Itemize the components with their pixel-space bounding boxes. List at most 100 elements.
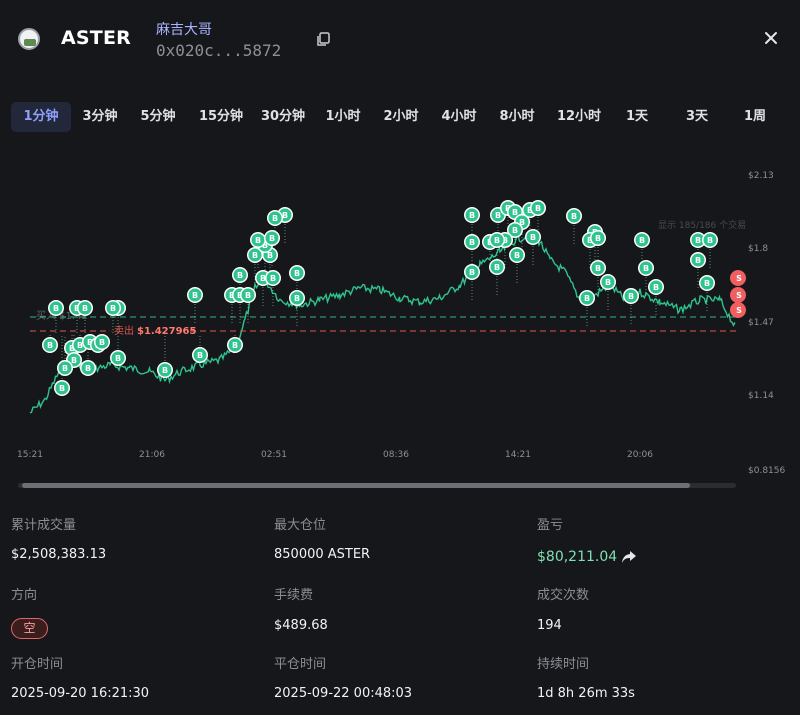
buy-marker-letter: B [643,264,649,273]
price-chart[interactable]: $2.13 $1.8 $1.47 $1.14 $0.8156 15:21 21:06 02:5… [0,160,800,485]
buy-marker-letter: B [695,256,701,265]
buy-marker-letter: B [653,283,659,292]
tab-timeframe[interactable]: 1周 [733,102,777,132]
buy-marker-letter: B [707,236,713,245]
trader-name-link[interactable]: 麻吉大哥 [156,19,212,39]
wallet-address: 0x020c...5872 [156,41,282,60]
buy-marker-letter: B [294,294,300,303]
timeframe-tabs: 1分钟 3分钟 5分钟 15分钟 30分钟 1小时 2小时 4小时 8小时 12小时 1天 3天 1周 [11,102,791,132]
buy-marker-letter: B [269,234,275,243]
tab-timeframe[interactable]: 1小时 [317,102,369,132]
y-axis-tick-label: $1.8 [748,244,768,254]
x-axis-tick-label: 02:51 [261,450,287,460]
close-time-label: 平仓时间 [274,657,327,672]
buy-marker-letter: B [237,271,243,280]
buy-marker-letter: B [192,291,198,300]
chart-scrollbar-thumb[interactable] [22,483,690,488]
buy-marker-letter: B [245,291,251,300]
sell-marker-letter: S [736,274,742,283]
buy-marker-letter: B [514,251,520,260]
fee-label: 手续费 [274,588,314,603]
tab-timeframe[interactable]: 1分钟 [11,102,71,132]
buy-marker-letter: B [571,212,577,221]
header: ASTER 麻吉大哥 0x020c...5872 [0,0,800,80]
buy-marker-letter: B [595,234,601,243]
buy-marker-letter: B [110,304,116,313]
buy-marker-letter: B [704,279,710,288]
x-axis-tick-label: 15:21 [17,450,43,460]
max-position-label: 最大仓位 [274,518,327,533]
buy-marker-letter: B [294,269,300,278]
buy-marker-letter: B [62,364,68,373]
tab-timeframe[interactable]: 3天 [675,102,719,132]
buy-marker-letter: B [628,292,634,301]
buy-marker-letter: B [115,354,121,363]
tab-timeframe[interactable]: 30分钟 [255,102,311,132]
buy-marker-letter: B [71,356,77,365]
tab-timeframe[interactable]: 8小时 [491,102,543,132]
buy-marker-letter: B [469,238,475,247]
buy-marker-letter: B [53,304,59,313]
tab-timeframe[interactable]: 3分钟 [77,102,123,132]
tab-timeframe[interactable]: 4小时 [433,102,485,132]
trade-count-label: 成交次数 [537,588,590,603]
pnl-value: $80,211.04 [537,549,618,565]
volume-label: 累计成交量 [11,518,77,533]
share-icon[interactable] [621,550,637,564]
buy-marker-letter: B [270,274,276,283]
buy-marker-letter: B [272,214,278,223]
close-time-value: 2025-09-22 00:48:03 [274,686,413,701]
trade-stats: 累计成交量 $2,508,383.13 最大仓位 850000 ASTER 盈亏… [0,500,800,715]
buy-marker-letter: B [695,236,701,245]
tab-timeframe[interactable]: 1天 [617,102,657,132]
tab-timeframe[interactable]: 15分钟 [193,102,249,132]
volume-value: $2,508,383.13 [11,547,107,562]
y-axis-tick-label: $1.47 [748,318,774,328]
buy-marker-letter: B [639,236,645,245]
sell-line-label: 卖出 [114,324,134,337]
fee-value: $489.68 [274,618,328,633]
open-time-value: 2025-09-20 16:21:30 [11,686,150,701]
direction-label: 方向 [11,588,38,603]
buy-marker-letter: B [469,211,475,220]
buy-marker-letter: B [197,351,203,360]
duration-value: 1d 8h 26m 33s [537,686,635,701]
trade-count-value: 194 [537,618,562,633]
buy-marker-letter: B [584,294,590,303]
buy-marker-letter: B [469,268,475,277]
open-time-label: 开仓时间 [11,657,64,672]
x-axis-tick-label: 21:06 [139,450,165,460]
buy-marker-letter: B [512,226,518,235]
tab-timeframe[interactable]: 2小时 [375,102,427,132]
buy-marker-letter: B [252,251,258,260]
buy-marker-letter: B [59,384,65,393]
buy-marker-letter: B [494,236,500,245]
token-symbol: ASTER [61,27,131,49]
token-logo-icon [18,28,40,50]
display-count-note: 显示 185/186 个交易 [658,219,746,231]
max-position-value: 850000 ASTER [274,547,371,562]
y-axis-tick-label: $0.8156 [748,466,785,476]
y-axis-tick-label: $1.14 [748,391,774,401]
buy-marker-letter: B [605,278,611,287]
buy-marker-letter: B [595,264,601,273]
copy-icon[interactable] [316,32,330,47]
y-axis-tick-label: $2.13 [748,171,774,181]
buy-marker-letter: B [82,304,88,313]
tab-timeframe[interactable]: 12小时 [549,102,609,132]
buy-marker-letter: B [232,341,238,350]
x-axis-tick-label: 14:21 [505,450,531,460]
duration-label: 持续时间 [537,657,590,672]
x-axis-tick-label: 20:06 [627,450,653,460]
pnl-label: 盈亏 [537,518,564,533]
buy-marker-letter: B [494,263,500,272]
buy-marker-letter: B [162,366,168,375]
sell-line-price: $1.427965 [137,326,197,337]
close-icon[interactable] [763,30,779,46]
buy-marker-letter: B [255,236,261,245]
tab-timeframe[interactable]: 5分钟 [135,102,181,132]
buy-marker-letter: B [530,233,536,242]
buy-marker-letter: B [535,204,541,213]
buy-marker-letter: B [47,341,53,350]
buy-marker-letter: B [85,364,91,373]
